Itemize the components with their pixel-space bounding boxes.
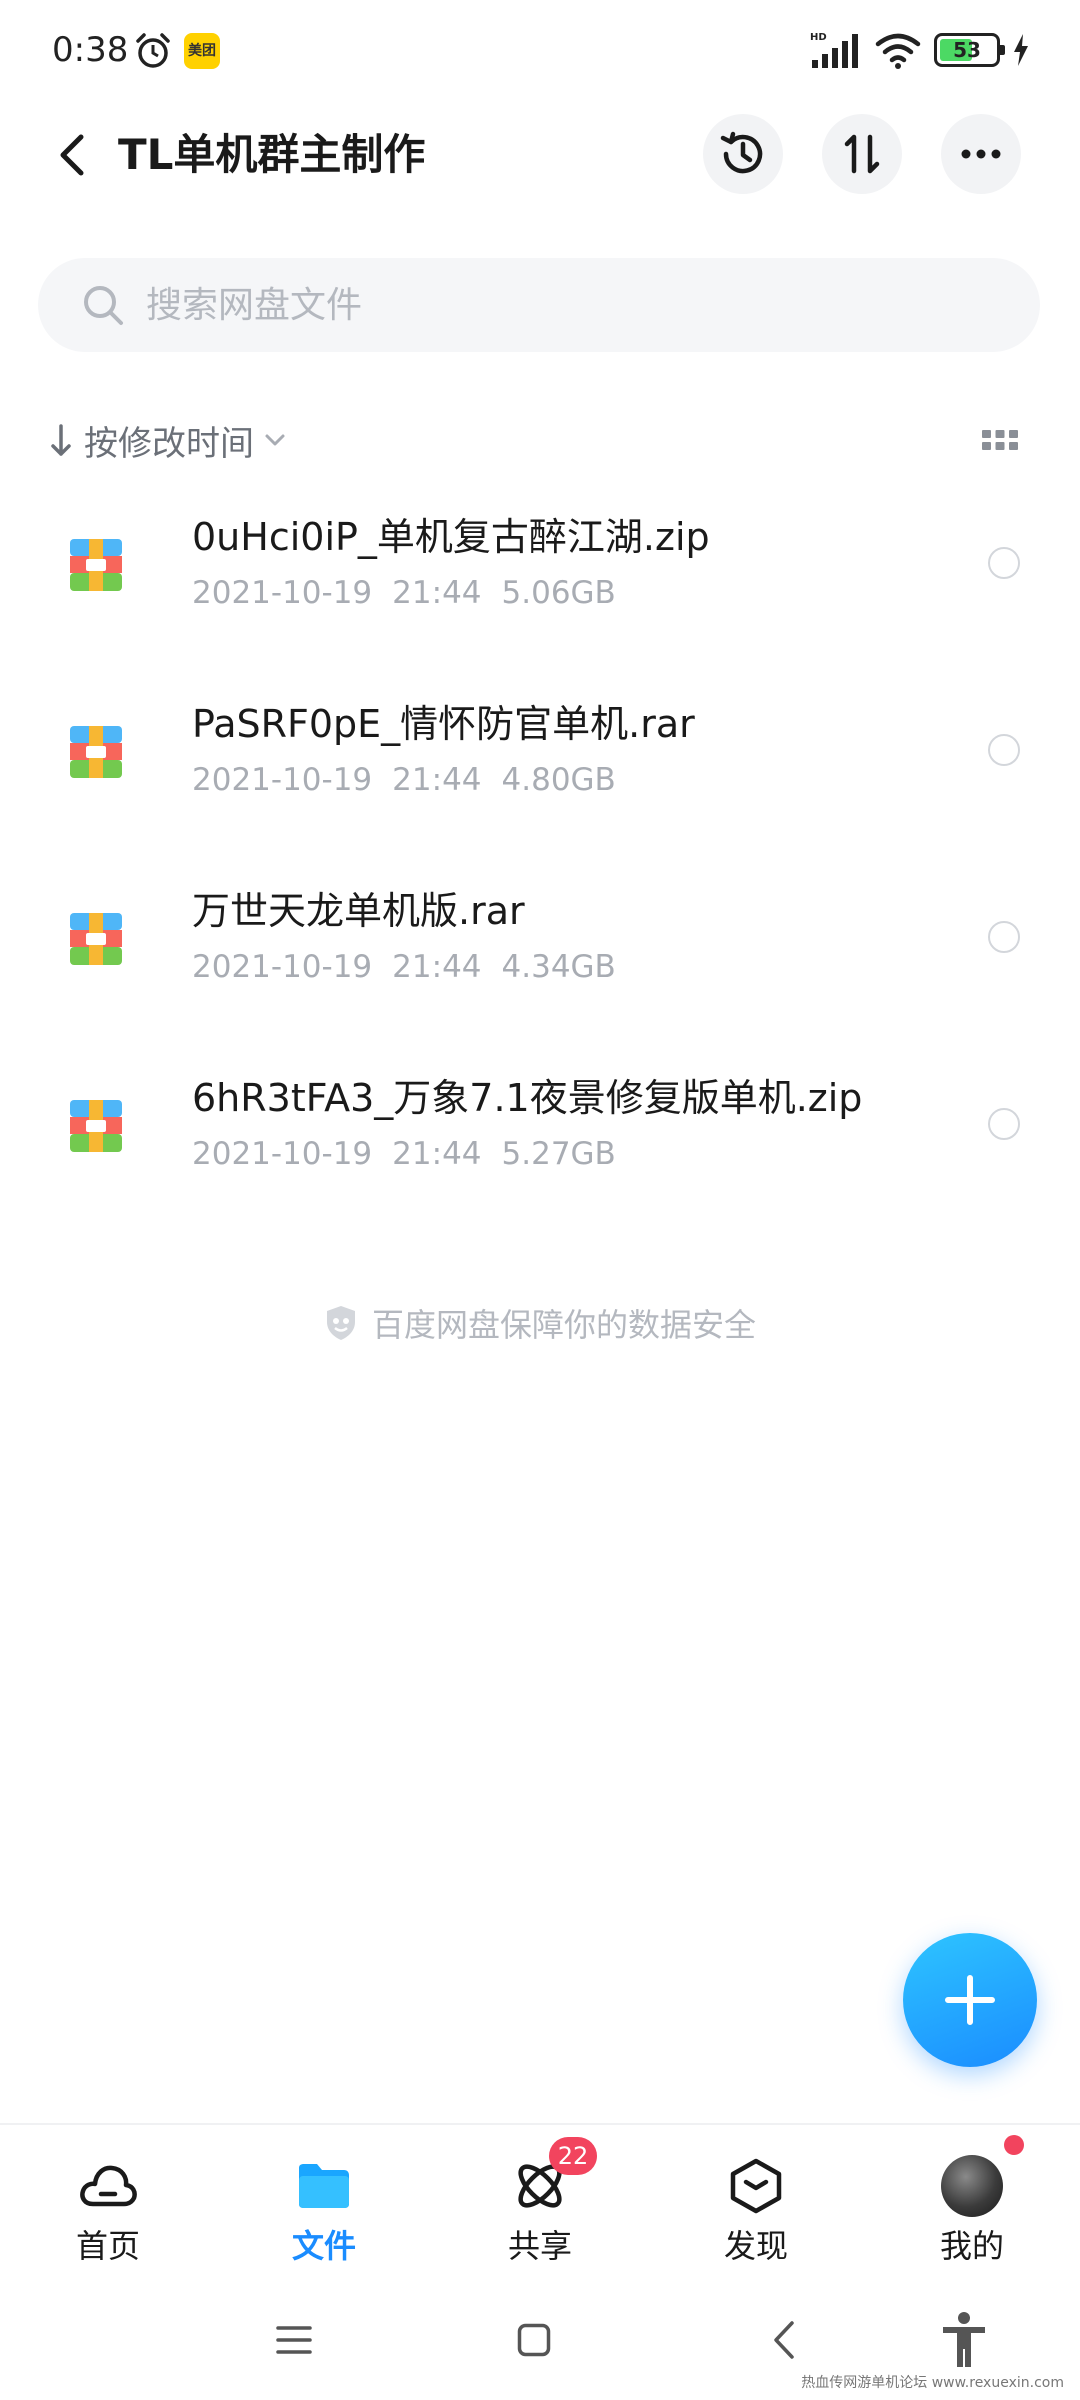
status-time: 0:38 bbox=[52, 30, 129, 70]
tab-label: 首页 bbox=[75, 2227, 140, 2265]
file-item[interactable]: 万世天龙单机版.rar 2021-10-19 21:44 4.34GB bbox=[0, 869, 1080, 1056]
archive-file-icon bbox=[70, 1100, 122, 1152]
charging-icon bbox=[1014, 34, 1028, 66]
back-icon bbox=[60, 134, 84, 176]
network-label: HD bbox=[810, 32, 827, 43]
tab-profile[interactable]: 我的 bbox=[897, 2155, 1047, 2265]
tab-discover[interactable]: 发现 bbox=[681, 2155, 831, 2265]
file-size: 5.27GB bbox=[501, 1136, 616, 1172]
file-date: 2021-10-19 bbox=[192, 1136, 373, 1172]
tab-home[interactable]: 首页 bbox=[33, 2155, 183, 2265]
file-name: PaSRF0pE_情怀防官单机.rar bbox=[192, 702, 695, 746]
status-right: HD 53 bbox=[810, 28, 1030, 72]
transfer-icon bbox=[844, 134, 880, 174]
add-button[interactable] bbox=[903, 1933, 1037, 2067]
file-time: 21:44 bbox=[392, 949, 482, 985]
file-meta: 2021-10-19 21:44 4.34GB bbox=[192, 947, 636, 987]
alarm-icon bbox=[136, 33, 170, 68]
system-back-button[interactable] bbox=[754, 2310, 814, 2370]
menu-button[interactable] bbox=[264, 2310, 324, 2370]
wifi-icon bbox=[875, 33, 921, 69]
home-button[interactable] bbox=[504, 2310, 564, 2370]
file-meta: 2021-10-19 21:44 5.27GB bbox=[192, 1134, 636, 1174]
select-checkbox[interactable] bbox=[988, 547, 1020, 579]
notification-dot bbox=[1004, 2135, 1024, 2155]
accessibility-button[interactable] bbox=[934, 2310, 994, 2370]
share-icon: 22 bbox=[509, 2137, 597, 2217]
cloud-icon bbox=[77, 2155, 139, 2217]
archive-file-icon bbox=[70, 913, 122, 965]
home-square-icon bbox=[517, 2323, 551, 2357]
transfer-button[interactable] bbox=[822, 114, 902, 194]
file-date: 2021-10-19 bbox=[192, 575, 373, 611]
sort-button[interactable]: 按修改时间 bbox=[48, 410, 286, 470]
menu-icon bbox=[276, 2326, 312, 2354]
header: TL单机群主制作 bbox=[0, 110, 1080, 200]
file-size: 4.80GB bbox=[501, 762, 616, 798]
back-button[interactable] bbox=[42, 125, 102, 185]
history-button[interactable] bbox=[703, 114, 783, 194]
tab-label: 我的 bbox=[939, 2227, 1004, 2265]
tab-files[interactable]: 文件 bbox=[249, 2155, 399, 2265]
sort-row: 按修改时间 bbox=[0, 410, 1080, 470]
select-checkbox[interactable] bbox=[988, 1108, 1020, 1140]
folder-icon bbox=[293, 2155, 355, 2217]
file-list: 0uHci0iP_单机复古醉江湖.zip 2021-10-19 21:44 5.06… bbox=[0, 495, 1080, 1243]
shield-icon bbox=[326, 1306, 355, 1340]
chevron-left-icon bbox=[774, 2321, 794, 2359]
file-time: 21:44 bbox=[392, 1136, 482, 1172]
file-name: 6hR3tFA3_万象7.1夜景修复版单机.zip bbox=[192, 1076, 863, 1120]
file-meta: 2021-10-19 21:44 4.80GB bbox=[192, 760, 636, 800]
history-icon bbox=[720, 131, 763, 174]
bottom-tab-bar: 首页 文件 22 共享 发现 我的 bbox=[0, 2123, 1080, 2268]
share-badge: 22 bbox=[549, 2137, 597, 2175]
more-button[interactable] bbox=[941, 114, 1021, 194]
accessibility-icon bbox=[943, 2312, 985, 2367]
archive-file-icon bbox=[70, 539, 122, 591]
file-item[interactable]: 0uHci0iP_单机复古醉江湖.zip 2021-10-19 21:44 5.06… bbox=[0, 495, 1080, 682]
search-icon bbox=[84, 286, 123, 325]
safety-note-text: 百度网盘保障你的数据安全 bbox=[371, 1306, 756, 1344]
discover-icon bbox=[725, 2155, 787, 2217]
file-time: 21:44 bbox=[392, 575, 482, 611]
tab-label: 共享 bbox=[507, 2227, 572, 2265]
meituan-app-icon: 美团 bbox=[184, 33, 220, 69]
select-checkbox[interactable] bbox=[988, 921, 1020, 953]
file-meta: 2021-10-19 21:44 5.06GB bbox=[192, 573, 636, 613]
watermark: 热血传网游单机论坛 www.rexuexin.com bbox=[801, 2375, 1064, 2391]
status-bar: 0:38 美团 HD 53 bbox=[0, 0, 1080, 100]
tab-label: 发现 bbox=[723, 2227, 788, 2265]
page-title: TL单机群主制作 bbox=[118, 130, 426, 179]
plus-icon bbox=[945, 1975, 995, 2025]
safety-note: 百度网盘保障你的数据安全 bbox=[0, 1300, 1080, 1346]
signal-icon: HD bbox=[810, 32, 858, 68]
sort-label: 按修改时间 bbox=[84, 423, 254, 464]
battery-icon: 53 bbox=[934, 33, 1005, 67]
system-nav-bar: 热血传网游单机论坛 www.rexuexin.com bbox=[0, 2270, 1080, 2400]
file-item[interactable]: 6hR3tFA3_万象7.1夜景修复版单机.zip 2021-10-19 21:4… bbox=[0, 1056, 1080, 1243]
file-name: 0uHci0iP_单机复古醉江湖.zip bbox=[192, 515, 710, 559]
archive-file-icon bbox=[70, 726, 122, 778]
sort-arrow-icon bbox=[51, 424, 71, 456]
grid-view-icon[interactable] bbox=[980, 420, 1020, 460]
file-size: 5.06GB bbox=[501, 575, 616, 611]
file-date: 2021-10-19 bbox=[192, 949, 373, 985]
avatar bbox=[941, 2155, 1003, 2217]
file-time: 21:44 bbox=[392, 762, 482, 798]
tab-share[interactable]: 22 共享 bbox=[465, 2137, 615, 2265]
search-bar[interactable] bbox=[38, 258, 1040, 352]
battery-level: 53 bbox=[953, 38, 981, 62]
tab-label: 文件 bbox=[291, 2227, 356, 2265]
file-date: 2021-10-19 bbox=[192, 762, 373, 798]
select-checkbox[interactable] bbox=[988, 734, 1020, 766]
file-item[interactable]: PaSRF0pE_情怀防官单机.rar 2021-10-19 21:44 4.80G… bbox=[0, 682, 1080, 869]
more-icon bbox=[961, 149, 1001, 159]
file-name: 万世天龙单机版.rar bbox=[192, 889, 525, 933]
chevron-down-icon bbox=[265, 434, 285, 446]
search-input[interactable] bbox=[146, 280, 946, 330]
file-size: 4.34GB bbox=[501, 949, 616, 985]
